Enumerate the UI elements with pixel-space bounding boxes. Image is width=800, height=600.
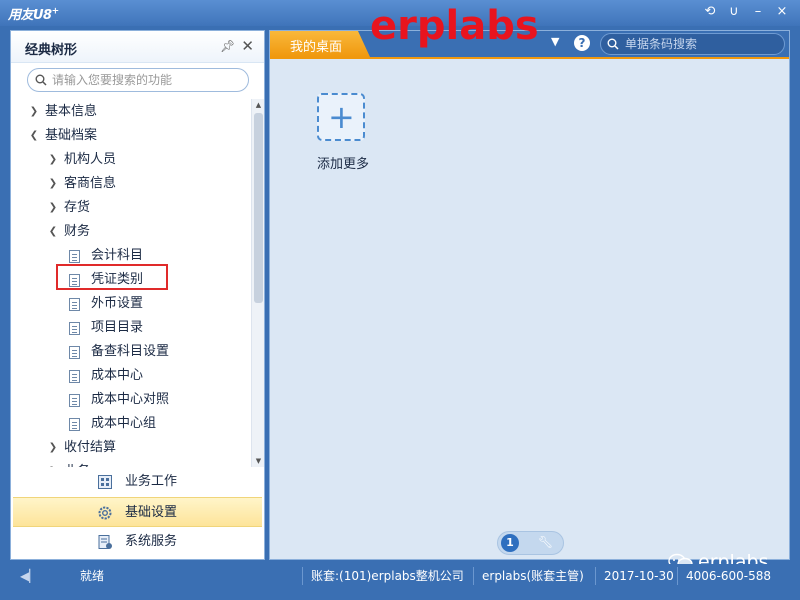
collapse-icon[interactable]: ◀︎▏ xyxy=(20,569,38,583)
help-icon[interactable]: ? xyxy=(574,35,590,51)
tree-item-label: 存货 xyxy=(64,200,91,215)
wrench-icon[interactable]: 🔧︎ xyxy=(538,535,553,551)
document-search-input[interactable] xyxy=(625,36,775,52)
dropdown-icon[interactable]: ▼ xyxy=(551,35,559,48)
tree-item-label: 成本中心组 xyxy=(91,416,157,431)
tree-item-memo-subjects[interactable]: 备查科目设置 xyxy=(11,341,251,363)
separator xyxy=(595,567,596,585)
tab-my-desktop[interactable]: 我的桌面 xyxy=(270,31,370,57)
app-logo: 用友U8+ xyxy=(8,4,59,23)
tree-item-label: 成本中心 xyxy=(91,368,144,383)
close-icon[interactable]: ✕ xyxy=(241,37,254,55)
tree-item-basic-archive[interactable]: ❮ 基础档案 xyxy=(11,125,251,147)
left-panel: 经典树形 📌︎ ✕ ❯ 基本信息 ❮ 基础档案 ❯ 机构人员 ❯ 客商信息 ❯ xyxy=(10,30,265,560)
chevron-down-icon[interactable]: ❮ xyxy=(48,221,58,243)
chevron-right-icon[interactable]: ❯ xyxy=(29,101,39,123)
desktop-pager: 1 🔧︎ xyxy=(497,531,564,555)
app-name: 用友U8 xyxy=(8,8,52,23)
support-phone: 4006-600-588 xyxy=(686,569,772,583)
status-bar: ◀︎▏ 就绪 账套:(101)erplabs整机公司 erplabs(账套主管)… xyxy=(10,564,790,588)
refresh-icon[interactable]: ⟲ xyxy=(702,3,718,21)
scroll-down-icon[interactable]: ▼ xyxy=(252,455,265,467)
nav-basic-settings[interactable]: 基础设置 xyxy=(13,497,262,527)
search-icon xyxy=(607,38,619,50)
tree-item-label: 外币设置 xyxy=(91,296,144,311)
scroll-thumb[interactable] xyxy=(254,113,263,303)
tree-item-customer-vendor[interactable]: ❯ 客商信息 xyxy=(11,173,251,195)
tree-item-org-staff[interactable]: ❯ 机构人员 xyxy=(11,149,251,171)
business-icon xyxy=(98,475,112,489)
tree-item-label: 收付结算 xyxy=(64,440,117,455)
document-search[interactable] xyxy=(600,33,785,55)
nav-label: 基础设置 xyxy=(125,505,178,520)
nav-label: 业务工作 xyxy=(125,474,178,489)
document-icon xyxy=(69,298,80,311)
tree-item-basic-info[interactable]: ❯ 基本信息 xyxy=(11,101,251,123)
tree-item-inventory[interactable]: ❯ 存货 xyxy=(11,197,251,219)
search-icon xyxy=(35,74,47,86)
tree-item-label: 基本信息 xyxy=(45,104,98,119)
tree-item-cost-center-group[interactable]: 成本中心组 xyxy=(11,413,251,435)
tree-item-currency-settings[interactable]: 外币设置 xyxy=(11,293,251,315)
menu-tree: ❯ 基本信息 ❮ 基础档案 ❯ 机构人员 ❯ 客商信息 ❯ 存货 ❮ 财务 会计… xyxy=(11,99,251,467)
app-superscript: + xyxy=(51,6,60,17)
chevron-right-icon[interactable]: ❯ xyxy=(48,197,58,219)
tree-item-label: 项目目录 xyxy=(91,320,144,335)
tree-item-project-directory[interactable]: 项目目录 xyxy=(11,317,251,339)
account-info: 账套:(101)erplabs整机公司 xyxy=(311,569,464,583)
add-more-label: 添加更多 xyxy=(317,157,370,172)
pin-icon[interactable]: 📌︎ xyxy=(220,39,235,53)
separator xyxy=(302,567,303,585)
separator xyxy=(473,567,474,585)
highlight-annotation xyxy=(56,264,168,290)
close-icon[interactable]: × xyxy=(774,3,790,21)
separator xyxy=(677,567,678,585)
window-controls: ⟲ ∪ – × xyxy=(702,3,790,21)
user-info: erplabs(账套主管) xyxy=(482,569,584,583)
gear-icon xyxy=(98,506,112,520)
document-icon xyxy=(69,322,80,335)
tree-scrollbar[interactable]: ▲ ▼ xyxy=(251,99,264,467)
document-icon xyxy=(69,394,80,407)
chevron-right-icon[interactable]: ❯ xyxy=(48,173,58,195)
plus-icon: + xyxy=(328,98,355,136)
desktop-panel: 我的桌面 ▼ ? + 添加更多 1 🔧︎ erplabs xyxy=(269,30,790,573)
nav-label: 系统服务 xyxy=(125,534,178,549)
tree-item-finance[interactable]: ❮ 财务 xyxy=(11,221,251,243)
left-panel-header: 经典树形 📌︎ ✕ xyxy=(11,31,264,63)
left-panel-title: 经典树形 xyxy=(25,43,78,58)
chevron-down-icon[interactable]: ❮ xyxy=(29,125,39,147)
tree-item-label: 基础档案 xyxy=(45,128,98,143)
document-icon xyxy=(69,370,80,383)
function-search[interactable] xyxy=(27,68,249,92)
tree-item-label: 成本中心对照 xyxy=(91,392,170,407)
scroll-up-icon[interactable]: ▲ xyxy=(252,99,265,111)
tree-item-label: 机构人员 xyxy=(64,152,117,167)
add-more-button[interactable]: + xyxy=(317,93,365,141)
tree-item-label: 客商信息 xyxy=(64,176,117,191)
undo-icon[interactable]: ∪ xyxy=(726,3,742,21)
tree-item-label: 备查科目设置 xyxy=(91,344,170,359)
tab-label: 我的桌面 xyxy=(290,40,343,55)
page-1-button[interactable]: 1 xyxy=(501,534,519,552)
login-date: 2017-10-30 xyxy=(604,569,674,583)
tab-underline xyxy=(270,57,789,59)
nav-business-work[interactable]: 业务工作 xyxy=(13,467,262,497)
tree-item-payment-settlement[interactable]: ❯ 收付结算 xyxy=(11,437,251,459)
watermark-text: erplabs xyxy=(370,3,539,49)
document-icon xyxy=(69,250,80,263)
document-icon xyxy=(69,346,80,359)
tree-item-label: 财务 xyxy=(64,224,91,239)
search-input[interactable] xyxy=(52,72,242,88)
tree-item-cost-center-mapping[interactable]: 成本中心对照 xyxy=(11,389,251,411)
service-icon xyxy=(98,535,112,549)
tree-item-cost-center[interactable]: 成本中心 xyxy=(11,365,251,387)
nav-system-service[interactable]: 系统服务 xyxy=(13,527,262,557)
document-icon xyxy=(69,418,80,431)
minimize-icon[interactable]: – xyxy=(750,3,766,21)
chevron-right-icon[interactable]: ❯ xyxy=(48,437,58,459)
status-text: 就绪 xyxy=(80,569,105,583)
chevron-right-icon[interactable]: ❯ xyxy=(48,149,58,171)
